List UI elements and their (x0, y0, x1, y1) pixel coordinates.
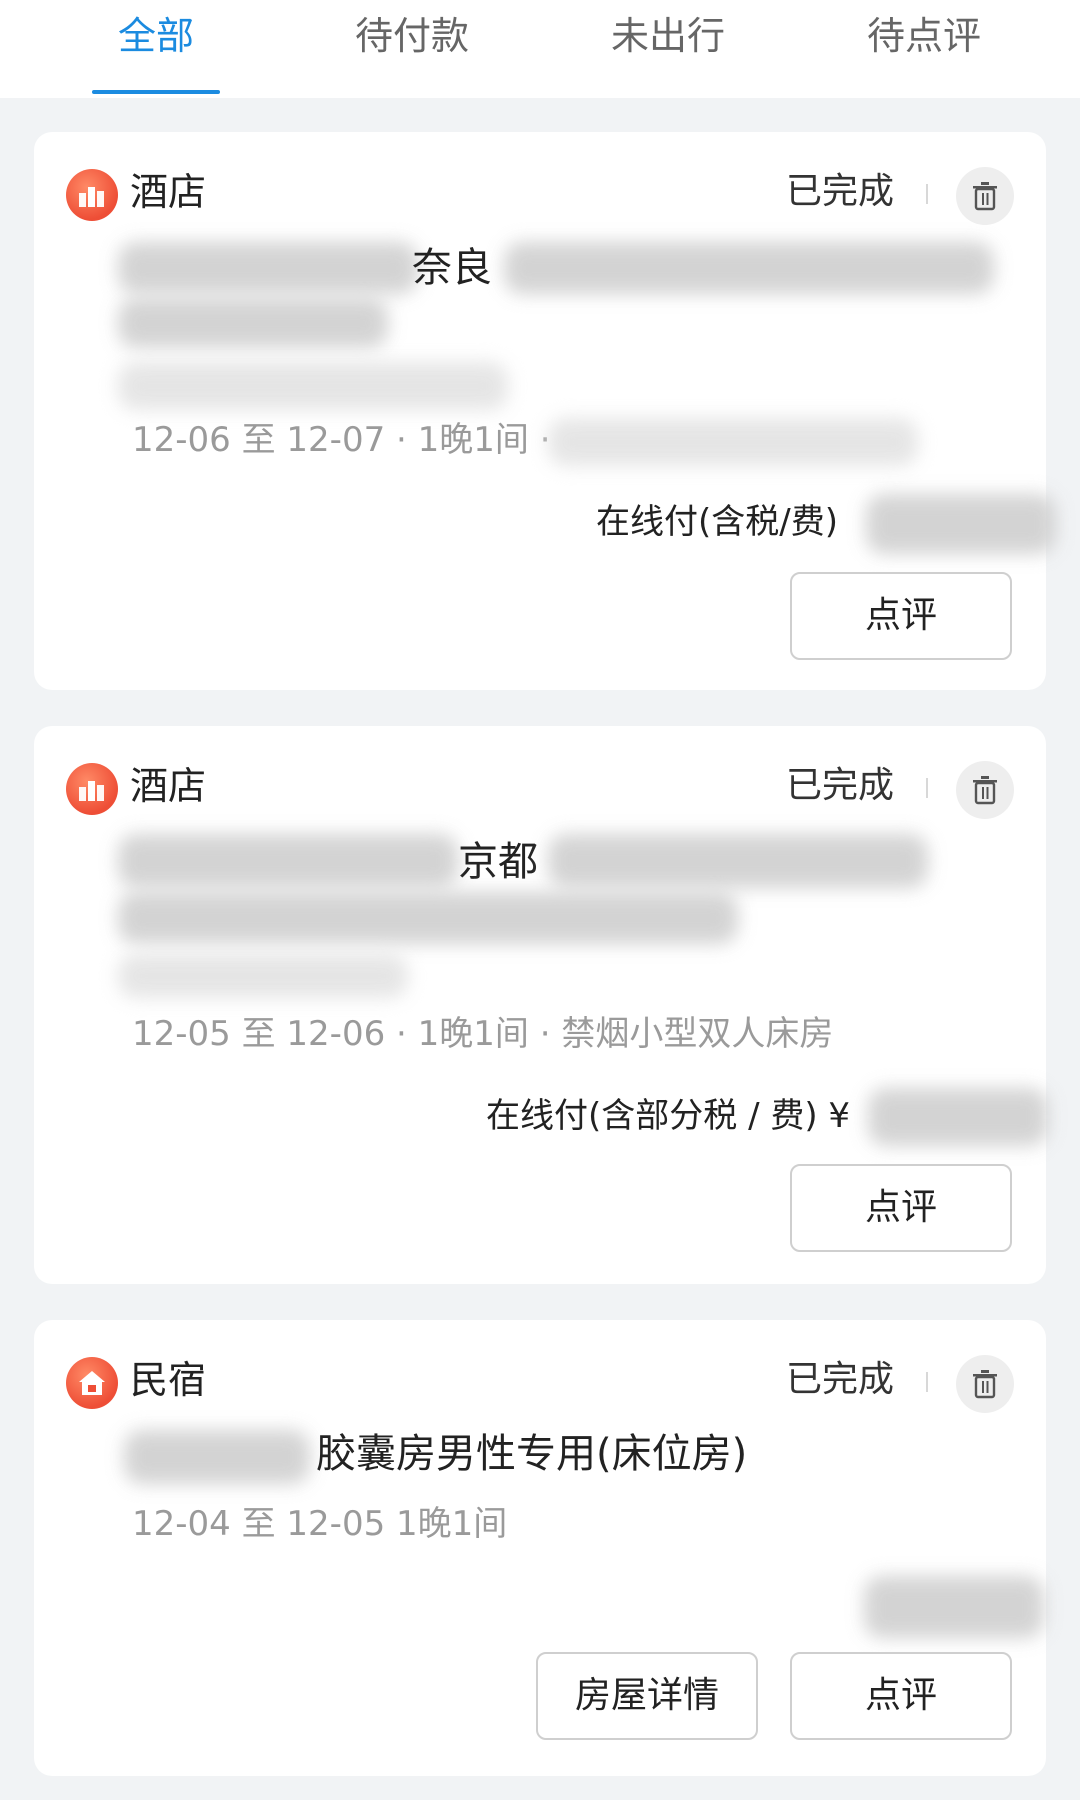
review-button[interactable]: 点评 (790, 1164, 1012, 1252)
review-button[interactable]: 点评 (790, 572, 1012, 660)
redacted-hotel-name (118, 834, 458, 888)
trash-icon (973, 182, 997, 211)
house-details-button[interactable]: 房屋详情 (536, 1652, 758, 1740)
redacted-hotel-name (118, 298, 388, 348)
tab-upcoming[interactable]: 未出行 (588, 6, 748, 66)
redacted-address (118, 362, 508, 410)
redacted-room-type (548, 418, 918, 466)
order-meta: 12-04 至 12-05 1晚1间 (132, 1504, 508, 1544)
review-button[interactable]: 点评 (790, 1652, 1012, 1740)
order-status: 已完成 (786, 171, 895, 212)
payment-label: 在线付(含税/费) (596, 502, 838, 542)
hotel-name-text: 京都 (458, 839, 538, 885)
active-tab-indicator (92, 90, 220, 94)
order-card[interactable]: 酒店 已完成 奈良 12-06 至 12-07 · 1晚1间 · 在线付(含税/… (34, 132, 1056, 690)
redacted-hotel-name (504, 242, 994, 294)
tab-pending-review[interactable]: 待点评 (844, 6, 1004, 66)
order-card[interactable]: 民宿 已完成 胶囊房男性专用(床位房) 12-04 至 12-05 1晚1间 房… (34, 1320, 1046, 1776)
payment-label: 在线付(含部分税 / 费) ¥ (486, 1096, 851, 1136)
tab-all[interactable]: 全部 (76, 6, 236, 66)
redacted-hotel-name (118, 242, 418, 294)
order-type-label: 酒店 (130, 764, 207, 808)
redacted-listing-name (124, 1430, 310, 1484)
trash-icon (973, 776, 997, 805)
hotel-name-text: 奈良 (412, 245, 492, 291)
order-card[interactable]: 酒店 已完成 京都 12-05 至 12-06 · 1晚1间 · 禁烟小型双人床… (34, 726, 1048, 1284)
order-type-label: 酒店 (130, 170, 207, 214)
trash-icon (973, 1370, 997, 1399)
redacted-price (868, 1088, 1048, 1146)
delete-button[interactable] (956, 167, 1014, 225)
divider (926, 1372, 928, 1392)
order-status: 已完成 (786, 765, 895, 806)
divider (926, 778, 928, 798)
divider (926, 184, 928, 204)
delete-button[interactable] (956, 761, 1014, 819)
redacted-hotel-name (118, 892, 738, 944)
redacted-price (864, 1576, 1044, 1638)
listing-name-text: 胶囊房男性专用(床位房) (316, 1431, 748, 1477)
order-status: 已完成 (786, 1359, 895, 1400)
order-meta: 12-06 至 12-07 · 1晚1间 · (132, 420, 551, 460)
order-type-label: 民宿 (130, 1358, 207, 1402)
homestay-icon (66, 1357, 118, 1409)
order-meta: 12-05 至 12-06 · 1晚1间 · 禁烟小型双人床房 (132, 1014, 834, 1054)
delete-button[interactable] (956, 1355, 1014, 1413)
hotel-icon (66, 169, 118, 221)
tab-pending-payment[interactable]: 待付款 (332, 6, 492, 66)
redacted-hotel-name (548, 834, 928, 888)
hotel-icon (66, 763, 118, 815)
redacted-price (866, 494, 1056, 554)
order-tabs: 全部 待付款 未出行 待点评 (0, 0, 1080, 98)
redacted-address (118, 954, 408, 998)
